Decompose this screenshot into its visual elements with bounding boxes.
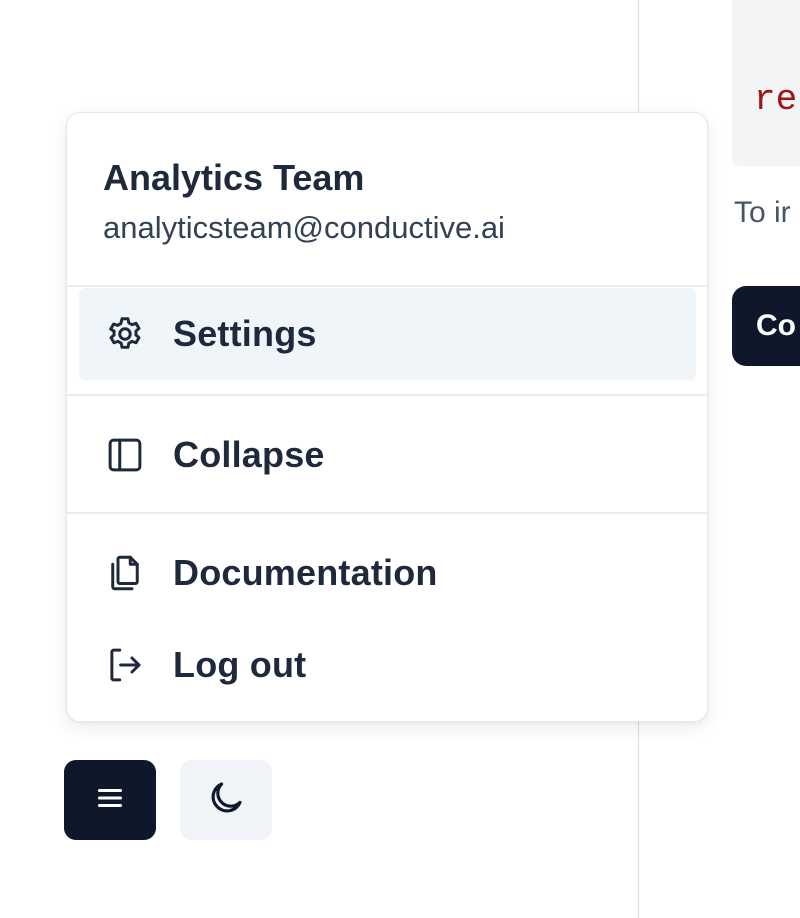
hamburger-icon <box>92 780 128 821</box>
sidebar-icon <box>103 433 147 477</box>
code-block: re ") 'h <box>732 0 800 166</box>
menu-item-label: Collapse <box>173 434 325 475</box>
menu-item-label: Settings <box>173 313 317 354</box>
theme-toggle-button[interactable] <box>180 760 272 840</box>
user-name: Analytics Team <box>103 157 365 198</box>
menu-divider <box>67 394 707 396</box>
user-info: Analytics Team analyticsteam@conductive.… <box>103 153 505 251</box>
menu-divider <box>67 285 707 287</box>
menu-divider <box>67 512 707 514</box>
logout-icon <box>103 643 147 687</box>
documents-icon <box>103 551 147 595</box>
menu-toggle-button[interactable] <box>64 760 156 840</box>
menu-item-collapse[interactable]: Collapse <box>79 409 696 501</box>
app-page: re ") 'h To ir Co Analytics Team analyti… <box>0 0 800 918</box>
gear-icon <box>103 312 147 356</box>
user-menu: Analytics Team analyticsteam@conductive.… <box>66 112 708 722</box>
menu-item-label: Documentation <box>173 552 438 593</box>
user-email: analyticsteam@conductive.ai <box>103 210 505 245</box>
moon-icon <box>205 777 247 824</box>
menu-item-settings[interactable]: Settings <box>79 288 696 380</box>
menu-item-documentation[interactable]: Documentation <box>79 527 696 619</box>
menu-item-logout[interactable]: Log out <box>79 619 696 711</box>
background-copy-button[interactable]: Co <box>732 286 800 366</box>
menu-item-label: Log out <box>173 644 307 685</box>
code-line: re <box>754 79 798 120</box>
background-paragraph: To ir <box>734 196 791 229</box>
